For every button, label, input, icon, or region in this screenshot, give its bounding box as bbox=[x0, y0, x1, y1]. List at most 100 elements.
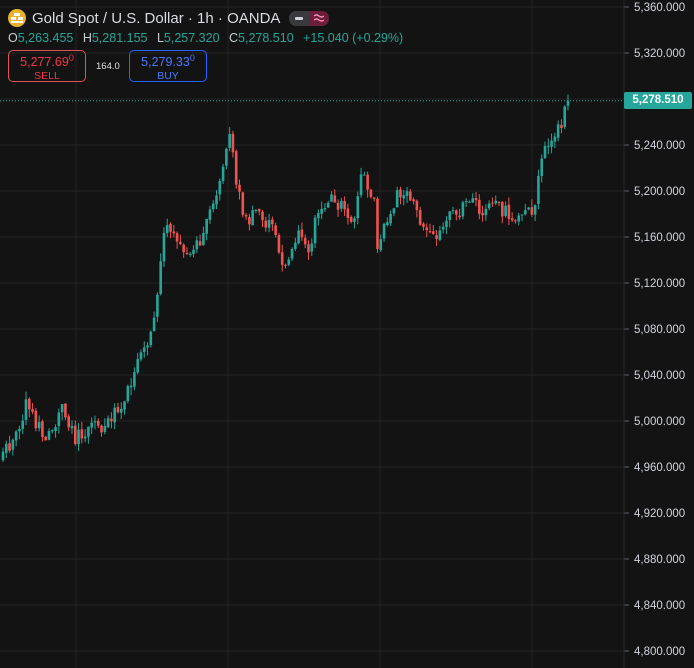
candle-body bbox=[330, 194, 333, 202]
candle-body bbox=[103, 426, 107, 432]
candle bbox=[464, 198, 468, 207]
candle-body bbox=[136, 359, 139, 373]
candle-body bbox=[165, 225, 169, 234]
candle bbox=[537, 169, 540, 210]
candle bbox=[215, 190, 218, 210]
candle-body bbox=[507, 204, 511, 219]
y-tick-label: 5,040.000 bbox=[634, 370, 685, 382]
candle bbox=[234, 149, 238, 189]
symbol-title[interactable]: Gold Spot / U.S. Dollar · 1h · OANDA bbox=[32, 10, 280, 27]
candle bbox=[369, 188, 373, 199]
candle-body bbox=[514, 220, 517, 222]
candle-body bbox=[543, 146, 547, 158]
candle bbox=[119, 402, 123, 420]
candle bbox=[90, 417, 93, 434]
candle-body bbox=[346, 208, 350, 219]
candle bbox=[4, 440, 8, 458]
candle bbox=[514, 219, 517, 224]
candle-body bbox=[110, 418, 113, 422]
candle-body bbox=[307, 244, 310, 253]
candle-body bbox=[244, 215, 248, 217]
price-chart[interactable]: 5,360.0005,320.0005,280.0005,240.0005,20… bbox=[0, 0, 694, 668]
candle-body bbox=[254, 209, 258, 212]
low-label: L bbox=[156, 31, 164, 45]
y-tick-label: 5,160.000 bbox=[634, 232, 685, 244]
buy-button[interactable]: 5,279.330 BUY bbox=[129, 50, 207, 82]
candle-body bbox=[27, 398, 31, 410]
candle-body bbox=[14, 431, 18, 441]
candle-body bbox=[464, 200, 468, 202]
candle-body bbox=[231, 133, 235, 153]
buy-label: BUY bbox=[157, 70, 179, 83]
candle-body bbox=[169, 223, 172, 232]
candle-body bbox=[287, 259, 291, 265]
candle-body bbox=[185, 253, 189, 255]
candle-body bbox=[294, 242, 297, 249]
y-tick-label: 5,320.000 bbox=[634, 48, 685, 60]
candle-body bbox=[458, 215, 461, 218]
candle bbox=[451, 206, 455, 215]
candle-body bbox=[303, 237, 307, 245]
candle-body bbox=[520, 214, 524, 216]
y-tick-label: 5,000.000 bbox=[634, 416, 685, 428]
candle bbox=[468, 200, 471, 203]
candle bbox=[241, 191, 245, 218]
indicator-toggles[interactable] bbox=[289, 10, 330, 26]
candle-body bbox=[50, 430, 54, 432]
candle-body bbox=[238, 184, 241, 192]
candle bbox=[546, 138, 550, 155]
candle bbox=[162, 227, 166, 267]
y-tick-label: 4,880.000 bbox=[634, 554, 685, 566]
candle-body bbox=[340, 200, 343, 209]
candle bbox=[149, 330, 153, 348]
candle bbox=[47, 428, 51, 441]
candle-body bbox=[310, 243, 314, 252]
candle-body bbox=[432, 231, 435, 234]
candle-body bbox=[215, 195, 218, 205]
candle-body bbox=[57, 412, 61, 427]
minus-icon[interactable] bbox=[289, 10, 310, 26]
candle-body bbox=[366, 174, 369, 190]
candle bbox=[455, 209, 458, 221]
candle-body bbox=[395, 190, 399, 208]
candle-body bbox=[471, 198, 475, 203]
candle-body bbox=[31, 408, 34, 412]
candle bbox=[77, 423, 80, 452]
candle-body bbox=[198, 241, 202, 246]
candle-body bbox=[497, 201, 501, 204]
wave-icon[interactable] bbox=[309, 10, 330, 26]
chart-grid bbox=[0, 0, 624, 668]
candle bbox=[504, 201, 507, 218]
candle bbox=[221, 163, 225, 184]
candle bbox=[343, 196, 346, 216]
candle bbox=[458, 208, 461, 220]
sell-button[interactable]: 5,277.690 SELL bbox=[8, 50, 86, 82]
candle-body bbox=[251, 210, 254, 226]
candle-body bbox=[211, 203, 215, 210]
candle-body bbox=[182, 244, 185, 253]
candle bbox=[231, 130, 235, 158]
candle-body bbox=[205, 218, 208, 234]
candle bbox=[129, 378, 133, 396]
candle-body bbox=[455, 210, 458, 215]
candle bbox=[169, 222, 172, 239]
candle-body bbox=[90, 422, 93, 428]
candle bbox=[64, 403, 67, 421]
candle-body bbox=[83, 436, 87, 439]
candle-body bbox=[24, 399, 28, 421]
candle bbox=[428, 223, 432, 234]
y-tick-label: 4,960.000 bbox=[634, 462, 685, 474]
candle bbox=[60, 403, 64, 421]
candle bbox=[175, 231, 179, 249]
y-tick-label: 4,840.000 bbox=[634, 600, 685, 612]
open-value: 5,263.455 bbox=[17, 31, 74, 45]
candle bbox=[560, 119, 563, 134]
candle bbox=[254, 209, 258, 214]
candle-body bbox=[67, 416, 70, 428]
candle bbox=[274, 222, 277, 238]
candle-body bbox=[363, 174, 366, 176]
candle-body bbox=[277, 235, 281, 253]
candle bbox=[448, 211, 452, 228]
candle bbox=[540, 154, 544, 183]
candle-body bbox=[504, 205, 507, 217]
